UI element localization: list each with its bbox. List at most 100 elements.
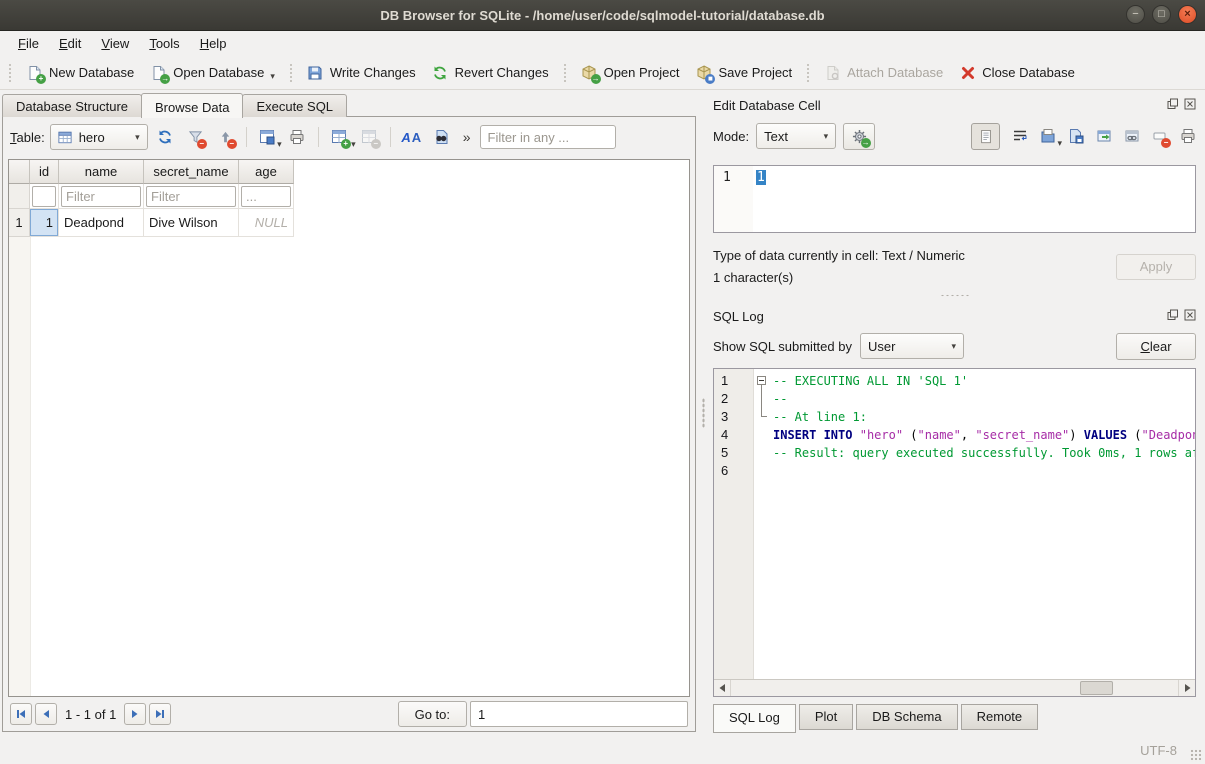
open-database-button[interactable]: → Open Database ▾ xyxy=(142,60,283,85)
clear-sort-button[interactable]: − xyxy=(213,125,238,150)
next-page-button[interactable] xyxy=(124,703,146,725)
global-filter-input[interactable] xyxy=(480,125,616,149)
chevron-down-icon: ▾ xyxy=(1057,139,1062,148)
dock-close-icon[interactable] xyxy=(1184,98,1196,113)
previous-page-button[interactable] xyxy=(35,703,57,725)
tab-db-schema[interactable]: DB Schema xyxy=(856,704,957,730)
first-page-button[interactable] xyxy=(10,703,32,725)
tab-remote[interactable]: Remote xyxy=(961,704,1039,730)
save-project-button[interactable]: ■ Save Project xyxy=(687,60,800,85)
table-select-value: hero xyxy=(79,130,129,145)
new-record-button[interactable]: + ▾ xyxy=(327,125,352,150)
menu-help[interactable]: Help xyxy=(190,32,237,55)
toolbar-overflow-chevron[interactable]: » xyxy=(459,129,475,145)
dock-float-icon[interactable] xyxy=(1167,309,1179,324)
print-table-button[interactable] xyxy=(285,125,310,150)
editor-content[interactable]: 1 xyxy=(756,170,766,185)
delete-record-icon: − xyxy=(361,129,378,146)
tab-plot[interactable]: Plot xyxy=(799,704,853,730)
scroll-left-icon[interactable] xyxy=(714,680,731,696)
grid-corner[interactable] xyxy=(9,160,30,184)
text-mode-toggle[interactable] xyxy=(971,123,1000,150)
maximize-icon[interactable]: □ xyxy=(1152,5,1171,24)
tab-browse-data[interactable]: Browse Data xyxy=(141,93,243,118)
statusbar: UTF-8 xyxy=(0,736,1205,764)
external-edit-button[interactable]: → xyxy=(843,123,875,150)
filter-input-age[interactable]: ... xyxy=(241,186,291,207)
clear-log-button[interactable]: Clear xyxy=(1116,333,1196,360)
tab-execute-sql[interactable]: Execute SQL xyxy=(242,94,347,117)
filter-input-secret-name[interactable]: Filter xyxy=(146,186,236,207)
clear-filters-button[interactable]: − xyxy=(183,125,208,150)
dock-close-icon[interactable] xyxy=(1184,309,1196,324)
write-changes-button[interactable]: Write Changes xyxy=(299,60,424,85)
column-header-age[interactable]: age xyxy=(239,160,294,184)
edit-cell-dock-header: Edit Database Cell xyxy=(713,93,1196,117)
horizontal-scrollbar[interactable] xyxy=(714,679,1195,696)
cell-id[interactable]: 1 xyxy=(30,209,59,237)
attach-database-label: Attach Database xyxy=(847,65,943,80)
chevron-down-icon: ▾ xyxy=(351,140,356,149)
mode-select[interactable]: Text ▾ xyxy=(756,123,836,149)
menu-tools[interactable]: Tools xyxy=(139,32,189,55)
sql-log-view[interactable]: 1 2 3 4 5 6 -- EXECUTING ALL IN 'SQL 1' … xyxy=(713,368,1196,697)
resize-grip[interactable] xyxy=(1190,749,1203,762)
copy-link-icon[interactable] xyxy=(1123,128,1140,145)
column-header-secret-name[interactable]: secret_name xyxy=(144,160,239,184)
grid-filter-row: Filter Filter ... xyxy=(9,184,689,209)
font-settings-button[interactable]: AA xyxy=(399,125,424,150)
cell-age[interactable]: NULL xyxy=(239,209,294,237)
clear-sort-icon: − xyxy=(217,129,234,146)
open-external-icon[interactable] xyxy=(1095,128,1112,145)
window-title: DB Browser for SQLite - /home/user/code/… xyxy=(0,8,1205,23)
chevron-down-icon: ▾ xyxy=(951,342,956,351)
encoding-label[interactable]: UTF-8 xyxy=(1140,743,1177,758)
goto-button[interactable]: Go to: xyxy=(398,701,467,727)
grid-header-row: id name secret_name age xyxy=(9,160,689,184)
filter-input-id[interactable] xyxy=(32,186,56,207)
last-page-button[interactable] xyxy=(149,703,171,725)
window-controls: − □ × xyxy=(1126,5,1197,24)
filter-input-name[interactable]: Filter xyxy=(61,186,141,207)
minimize-icon[interactable]: − xyxy=(1126,5,1145,24)
find-in-table-button[interactable] xyxy=(429,125,454,150)
dock-float-icon[interactable] xyxy=(1167,98,1179,113)
sql-log-source-select[interactable]: User ▾ xyxy=(860,333,964,359)
tab-database-structure[interactable]: Database Structure xyxy=(2,94,142,117)
save-table-button[interactable]: ▾ xyxy=(255,125,280,150)
close-icon[interactable]: × xyxy=(1178,5,1197,24)
dock-tab-bar: SQL Log Plot DB Schema Remote xyxy=(713,704,1196,736)
browse-toolbar: Table: hero ▾ − xyxy=(3,117,695,157)
column-header-id[interactable]: id xyxy=(30,160,59,184)
tab-sql-log[interactable]: SQL Log xyxy=(713,704,796,733)
menu-file[interactable]: File xyxy=(8,32,49,55)
revert-changes-button[interactable]: Revert Changes xyxy=(424,60,557,85)
apply-button: Apply xyxy=(1116,254,1196,280)
export-text-icon[interactable] xyxy=(1067,128,1084,145)
refresh-button[interactable] xyxy=(153,125,178,150)
cell-secret-name[interactable]: Dive Wilson xyxy=(144,209,239,237)
cell-editor[interactable]: 1 1 xyxy=(713,165,1196,233)
find-in-table-icon xyxy=(433,129,450,146)
menu-view[interactable]: View xyxy=(91,32,139,55)
chevron-down-icon: ▾ xyxy=(277,140,282,149)
fold-collapse-icon[interactable] xyxy=(757,376,766,385)
close-database-button[interactable]: Close Database xyxy=(951,60,1083,85)
import-text-icon[interactable]: ▾ xyxy=(1039,128,1056,145)
print-cell-icon[interactable] xyxy=(1179,128,1196,145)
scroll-right-icon[interactable] xyxy=(1178,680,1195,696)
cell-name[interactable]: Deadpond xyxy=(59,209,144,237)
open-database-dropdown-icon[interactable]: ▾ xyxy=(270,72,275,81)
word-wrap-icon[interactable] xyxy=(1011,128,1028,145)
column-header-name[interactable]: name xyxy=(59,160,144,184)
scrollbar-thumb[interactable] xyxy=(1080,681,1113,695)
table-select[interactable]: hero ▾ xyxy=(50,124,148,150)
open-project-button[interactable]: → Open Project xyxy=(573,60,688,85)
new-database-button[interactable]: + New Database xyxy=(18,60,142,85)
dock-splitter[interactable] xyxy=(713,289,1196,301)
row-number[interactable]: 1 xyxy=(9,209,30,237)
code-fold-column[interactable] xyxy=(754,369,771,679)
set-null-icon[interactable]: − xyxy=(1151,128,1168,145)
menu-edit[interactable]: Edit xyxy=(49,32,91,55)
goto-input[interactable] xyxy=(470,701,688,727)
